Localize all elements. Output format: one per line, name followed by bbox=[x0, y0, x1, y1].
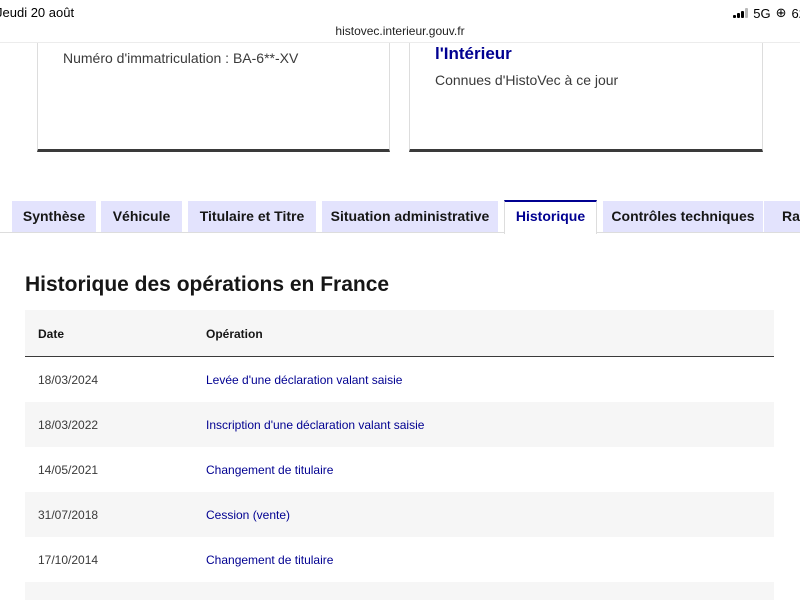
registration-card: Numéro d'immatriculation : BA-6**-XV bbox=[37, 43, 390, 152]
row-operation-link[interactable]: Levée d'une déclaration valant saisie bbox=[206, 373, 402, 387]
tab-titulaire-et-titre[interactable]: Titulaire et Titre bbox=[188, 201, 316, 233]
address-bar[interactable]: histovec.interieur.gouv.fr bbox=[0, 21, 800, 43]
cellular-signal-icon bbox=[733, 8, 749, 18]
status-indicators: 5G ⊕ 62 bbox=[733, 5, 800, 21]
table-row: 18/03/2022 Inscription d'une déclaration… bbox=[25, 402, 774, 447]
table-header: Date Opération bbox=[25, 310, 774, 357]
row-operation-link[interactable]: Cession (vente) bbox=[206, 508, 290, 522]
row-date: 17/10/2014 bbox=[38, 553, 99, 567]
tab-situation-administrative[interactable]: Situation administrative bbox=[322, 201, 498, 233]
network-type: 5G bbox=[753, 5, 771, 21]
row-operation-link[interactable]: Changement de titulaire bbox=[206, 463, 333, 477]
orientation-lock-icon: ⊕ bbox=[775, 5, 787, 20]
column-header-date: Date bbox=[38, 327, 65, 341]
tab-historique[interactable]: Historique bbox=[504, 200, 597, 234]
tab-rapport[interactable]: Rap bbox=[764, 201, 800, 233]
history-panel: Historique des opérations en France Date… bbox=[0, 232, 800, 600]
row-date: 31/07/2018 bbox=[38, 508, 99, 522]
row-date: 18/03/2024 bbox=[38, 373, 99, 387]
column-header-operation: Opération bbox=[206, 327, 263, 341]
registration-number: Numéro d'immatriculation : BA-6**-XV bbox=[63, 50, 299, 66]
table-row bbox=[25, 582, 774, 600]
ministry-subtitle: Connues d'HistoVec à ce jour bbox=[435, 72, 619, 88]
tab-controles-techniques[interactable]: Contrôles techniques bbox=[603, 201, 763, 233]
table-row: 31/07/2018 Cession (vente) bbox=[25, 492, 774, 537]
row-date: 14/05/2021 bbox=[38, 463, 99, 477]
ministry-title: l'Intérieur bbox=[435, 44, 512, 63]
history-table: Date Opération 18/03/2024 Levée d'une dé… bbox=[25, 310, 774, 600]
row-operation-link[interactable]: Changement de titulaire bbox=[206, 553, 333, 567]
battery-level: 62 bbox=[791, 5, 800, 21]
tab-bar: Synthèse Véhicule Titulaire et Titre Sit… bbox=[0, 200, 800, 234]
table-row: 14/05/2021 Changement de titulaire bbox=[25, 447, 774, 492]
address-url: histovec.interieur.gouv.fr bbox=[335, 24, 465, 38]
tab-synthese[interactable]: Synthèse bbox=[12, 201, 96, 233]
table-row: 18/03/2024 Levée d'une déclaration valan… bbox=[25, 357, 774, 402]
history-title: Historique des opérations en France bbox=[25, 273, 390, 296]
table-row: 17/10/2014 Changement de titulaire bbox=[25, 537, 774, 582]
row-operation-link[interactable]: Inscription d'une déclaration valant sai… bbox=[206, 418, 424, 432]
status-time: Jeudi 20 août bbox=[0, 5, 75, 20]
tab-vehicule[interactable]: Véhicule bbox=[101, 201, 182, 233]
ministry-card: l'Intérieur Connues d'HistoVec à ce jour bbox=[409, 43, 763, 152]
row-date: 18/03/2022 bbox=[38, 418, 99, 432]
